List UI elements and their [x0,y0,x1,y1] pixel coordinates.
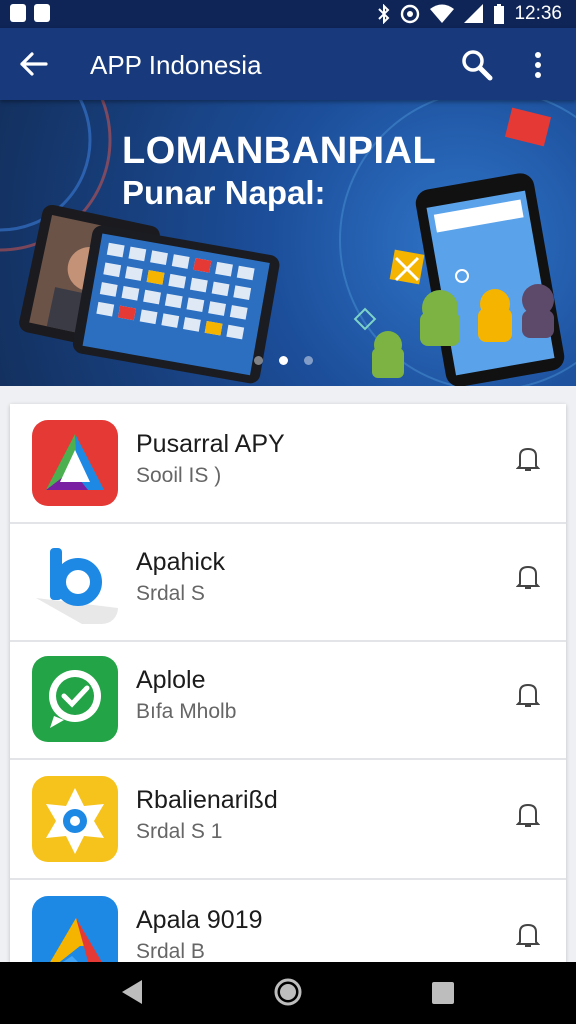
bell-icon[interactable] [516,564,540,590]
app-icon [32,896,118,964]
wifi-icon [430,4,455,23]
app-subtitle: Srdal S [136,582,205,605]
banner-pagination [254,356,313,365]
search-icon[interactable] [460,48,494,82]
battery-icon [494,4,505,24]
list-item[interactable]: Apahick Srdal S [10,522,566,642]
page-dot[interactable] [254,356,263,365]
app-icon [32,420,118,506]
app-name: Pusarral APY [136,430,285,458]
app-subtitle: Bıfa Mholb [136,700,237,723]
bell-icon[interactable] [516,682,540,708]
app-icon [32,538,118,624]
vibrate-icon [401,4,420,24]
app-subtitle: Sooil IS ) [136,464,222,487]
list-item[interactable]: Rbalienarißd Srdal S 1 [10,760,566,880]
banner-headline: LOMANBANPIAL [122,130,437,172]
app-name: Apahick [136,548,225,576]
app-bar: APP Indonesia [0,28,576,100]
page-dot[interactable] [304,356,313,365]
status-time: 12:36 [514,3,562,24]
notification-icon [34,4,50,22]
list-item[interactable]: Apala 9019 Srdal B [10,880,566,964]
bell-icon[interactable] [516,802,540,828]
app-name: Aplole [136,666,206,694]
app-subtitle: Srdal B [136,940,205,963]
more-vert-icon[interactable] [526,48,550,82]
promo-banner[interactable]: LOMANBANPIAL Punar Napal: [0,100,576,386]
page-title: APP Indonesia [90,50,262,80]
system-nav-bar [0,962,576,1024]
app-name: Apala 9019 [136,906,263,934]
list-item[interactable]: Aplole Bıfa Mholb [10,640,566,760]
signal-icon [464,4,484,23]
app-subtitle: Srdal S 1 [136,820,223,843]
bell-icon[interactable] [516,922,540,948]
bluetooth-icon [378,4,390,24]
app-list: Pusarral APY Sooil IS ) Apahick Srdal S [10,404,566,964]
app-icon [32,776,118,862]
notification-icon [10,4,26,22]
status-bar: 12:36 [0,0,576,28]
app-icon [32,656,118,742]
nav-recents-icon[interactable] [432,982,454,1004]
nav-home-icon[interactable] [273,977,303,1007]
bell-icon[interactable] [516,446,540,472]
list-item[interactable]: Pusarral APY Sooil IS ) [10,404,566,524]
app-name: Rbalienarißd [136,786,278,814]
page-dot-active[interactable] [279,356,288,365]
nav-back-icon[interactable] [120,978,144,1006]
banner-subheadline: Punar Napal: [122,174,326,211]
back-arrow-icon[interactable] [18,50,50,78]
